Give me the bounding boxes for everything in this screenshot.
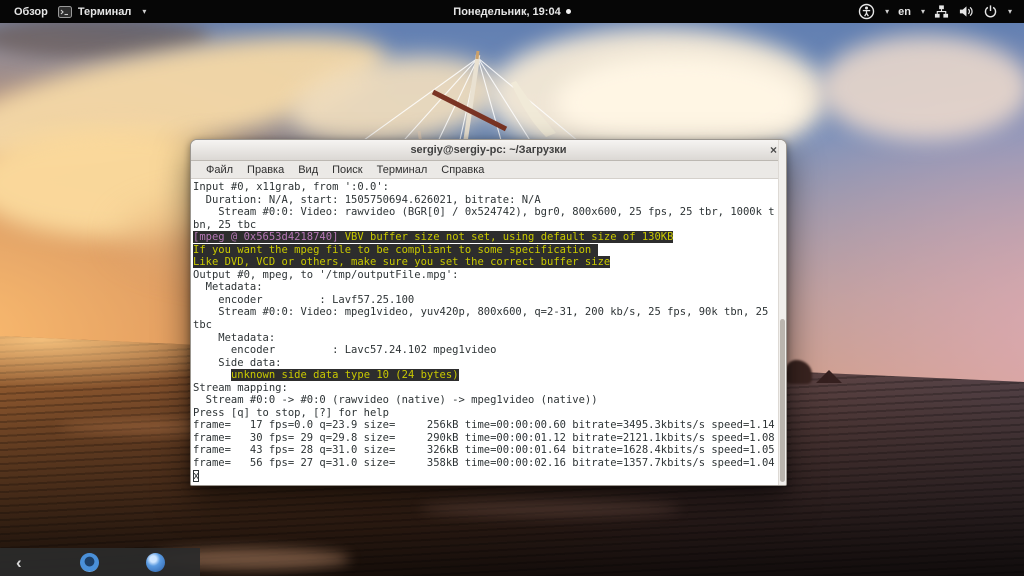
island-hut <box>816 370 842 383</box>
window-titlebar[interactable]: sergiy@sergiy-pc: ~/Загрузки × <box>191 140 786 161</box>
terminal-line: bn, 25 tbc <box>193 219 786 232</box>
terminal-line: Like DVD, VCD or others, make sure you s… <box>193 256 786 269</box>
terminal-text-segment: encoder : Lavc57.24.102 mpeg1video <box>193 344 496 356</box>
island-trees <box>786 360 812 384</box>
terminal-line: frame= 30 fps= 29 q=29.8 size= 290kB tim… <box>193 432 786 445</box>
terminal-text-segment: Metadata: <box>193 281 263 293</box>
terminal-text-segment <box>193 369 231 381</box>
terminal-line: tbc <box>193 319 786 332</box>
terminal-text-segment: encoder : Lavf57.25.100 <box>193 294 414 306</box>
terminal-text-segment: unknown side data type 10 (24 bytes) <box>231 369 459 381</box>
terminal-text-segment: If you want the mpeg file to be complian… <box>193 244 591 256</box>
terminal-text-segment: Stream mapping: <box>193 382 288 394</box>
power-icon[interactable] <box>983 4 998 19</box>
terminal-line: Stream #0:0: Video: mpeg1video, yuv420p,… <box>193 306 786 319</box>
top-bar-left: Обзор Терминал ▾ <box>0 6 146 18</box>
terminal-line: frame= 43 fps= 28 q=31.0 size= 326kB tim… <box>193 444 786 457</box>
terminal-line: Press [q] to stop, [?] for help <box>193 407 786 420</box>
terminal-text-segment: frame= 17 fps=0.0 q=23.9 size= 256kB tim… <box>193 419 775 431</box>
language-indicator[interactable]: en <box>898 6 911 18</box>
terminal-text-segment: Stream #0:0: Video: rawvideo (BGR[0] / 0… <box>193 206 775 218</box>
activities-button[interactable]: Обзор <box>10 6 52 18</box>
window-title: sergiy@sergiy-pc: ~/Загрузки <box>410 144 566 156</box>
sailboat-mast <box>330 23 680 158</box>
terminal-line: Side data: <box>193 357 786 370</box>
terminal-text-segment: Press [q] to stop, [?] for help <box>193 407 389 419</box>
wave-highlight <box>420 500 680 516</box>
network-icon[interactable] <box>934 4 949 19</box>
terminal-text-segment: frame= 43 fps= 28 q=31.0 size= 326kB tim… <box>193 444 775 456</box>
top-bar-right: ▾ en ▾ ▾ <box>858 3 1024 20</box>
terminal-line: x <box>193 470 786 483</box>
terminal-line: Duration: N/A, start: 1505750694.626021,… <box>193 194 786 207</box>
menu-item-файл[interactable]: Файл <box>199 164 240 176</box>
chevron-down-icon: ▾ <box>885 7 889 16</box>
dock-app-icon-2[interactable] <box>146 553 165 572</box>
dock-panel: ‹ <box>0 548 200 576</box>
terminal-text-segment: Stream #0:0 -> #0:0 (rawvideo (native) -… <box>193 394 598 406</box>
terminal-text-segment: Output #0, mpeg, to '/tmp/outputFile.mpg… <box>193 269 459 281</box>
terminal-text-segment: frame= 30 fps= 29 q=29.8 size= 290kB tim… <box>193 432 775 444</box>
scrollbar-handle[interactable] <box>780 319 785 481</box>
menu-item-поиск[interactable]: Поиск <box>325 164 369 176</box>
terminal-cursor: x <box>193 470 199 483</box>
terminal-line: unknown side data type 10 (24 bytes) <box>193 369 786 382</box>
terminal-window: sergiy@sergiy-pc: ~/Загрузки × ФайлПравк… <box>190 139 787 486</box>
chevron-down-icon: ▾ <box>142 7 146 16</box>
cloud <box>820 35 1024 140</box>
chevron-down-icon: ▾ <box>1008 7 1012 16</box>
terminal-text-segment: Duration: N/A, start: 1505750694.626021,… <box>193 194 541 206</box>
terminal-line: frame= 56 fps= 27 q=31.0 size= 358kB tim… <box>193 457 786 470</box>
terminal-text-segment: Like DVD, VCD or others, make sure you s… <box>193 256 610 268</box>
clock-button[interactable]: Понедельник, 19:04 <box>453 6 560 18</box>
terminal-text-segment <box>591 244 597 256</box>
menu-item-терминал[interactable]: Терминал <box>370 164 435 176</box>
terminal-text-segment: tbc <box>193 319 212 331</box>
menu-item-справка[interactable]: Справка <box>434 164 491 176</box>
terminal-line: Output #0, mpeg, to '/tmp/outputFile.mpg… <box>193 269 786 282</box>
close-button[interactable]: × <box>770 140 777 160</box>
window-menubar: ФайлПравкаВидПоискТерминалСправка <box>191 161 786 179</box>
top-bar: Обзор Терминал ▾ Понедельник, 19:04 <box>0 0 1024 23</box>
dock-chevron-left-icon[interactable]: ‹ <box>16 554 22 571</box>
terminal-line: Input #0, x11grab, from ':0.0': <box>193 181 786 194</box>
desktop: Обзор Терминал ▾ Понедельник, 19:04 <box>0 0 1024 576</box>
terminal-output[interactable]: Input #0, x11grab, from ':0.0': Duration… <box>191 179 786 486</box>
terminal-line: If you want the mpeg file to be complian… <box>193 244 786 257</box>
terminal-line: [mpeg @ 0x5653d4218740] VBV buffer size … <box>193 231 786 244</box>
accessibility-icon[interactable] <box>858 3 875 20</box>
dock-app-icon-1[interactable] <box>80 553 99 572</box>
menu-item-вид[interactable]: Вид <box>291 164 325 176</box>
terminal-text-segment: [mpeg @ 0x5653d4218740] <box>193 231 338 243</box>
terminal-line: Stream mapping: <box>193 382 786 395</box>
chevron-down-icon: ▾ <box>921 7 925 16</box>
terminal-text-segment: Metadata: <box>193 332 275 344</box>
scrollbar[interactable] <box>778 140 786 485</box>
terminal-line: encoder : Lavf57.25.100 <box>193 294 786 307</box>
app-menu-button[interactable]: Терминал <box>78 6 136 18</box>
terminal-line: Metadata: <box>193 281 786 294</box>
terminal-app-icon <box>58 6 72 18</box>
menu-item-правка[interactable]: Правка <box>240 164 291 176</box>
terminal-text-segment: Input #0, x11grab, from ':0.0': <box>193 181 389 193</box>
volume-icon[interactable] <box>958 4 974 19</box>
terminal-line: Stream #0:0: Video: rawvideo (BGR[0] / 0… <box>193 206 786 219</box>
terminal-line: Metadata: <box>193 332 786 345</box>
terminal-text-segment: Stream #0:0: Video: mpeg1video, yuv420p,… <box>193 306 768 318</box>
terminal-line: encoder : Lavc57.24.102 mpeg1video <box>193 344 786 357</box>
terminal-text-segment: frame= 56 fps= 27 q=31.0 size= 358kB tim… <box>193 457 775 469</box>
status-dot <box>566 9 571 14</box>
terminal-line: frame= 17 fps=0.0 q=23.9 size= 256kB tim… <box>193 419 786 432</box>
terminal-text-segment: VBV buffer size not set, using default s… <box>338 231 673 243</box>
terminal-text-segment: Side data: <box>193 357 282 369</box>
terminal-line: Stream #0:0 -> #0:0 (rawvideo (native) -… <box>193 394 786 407</box>
terminal-text-segment: bn, 25 tbc <box>193 219 256 231</box>
